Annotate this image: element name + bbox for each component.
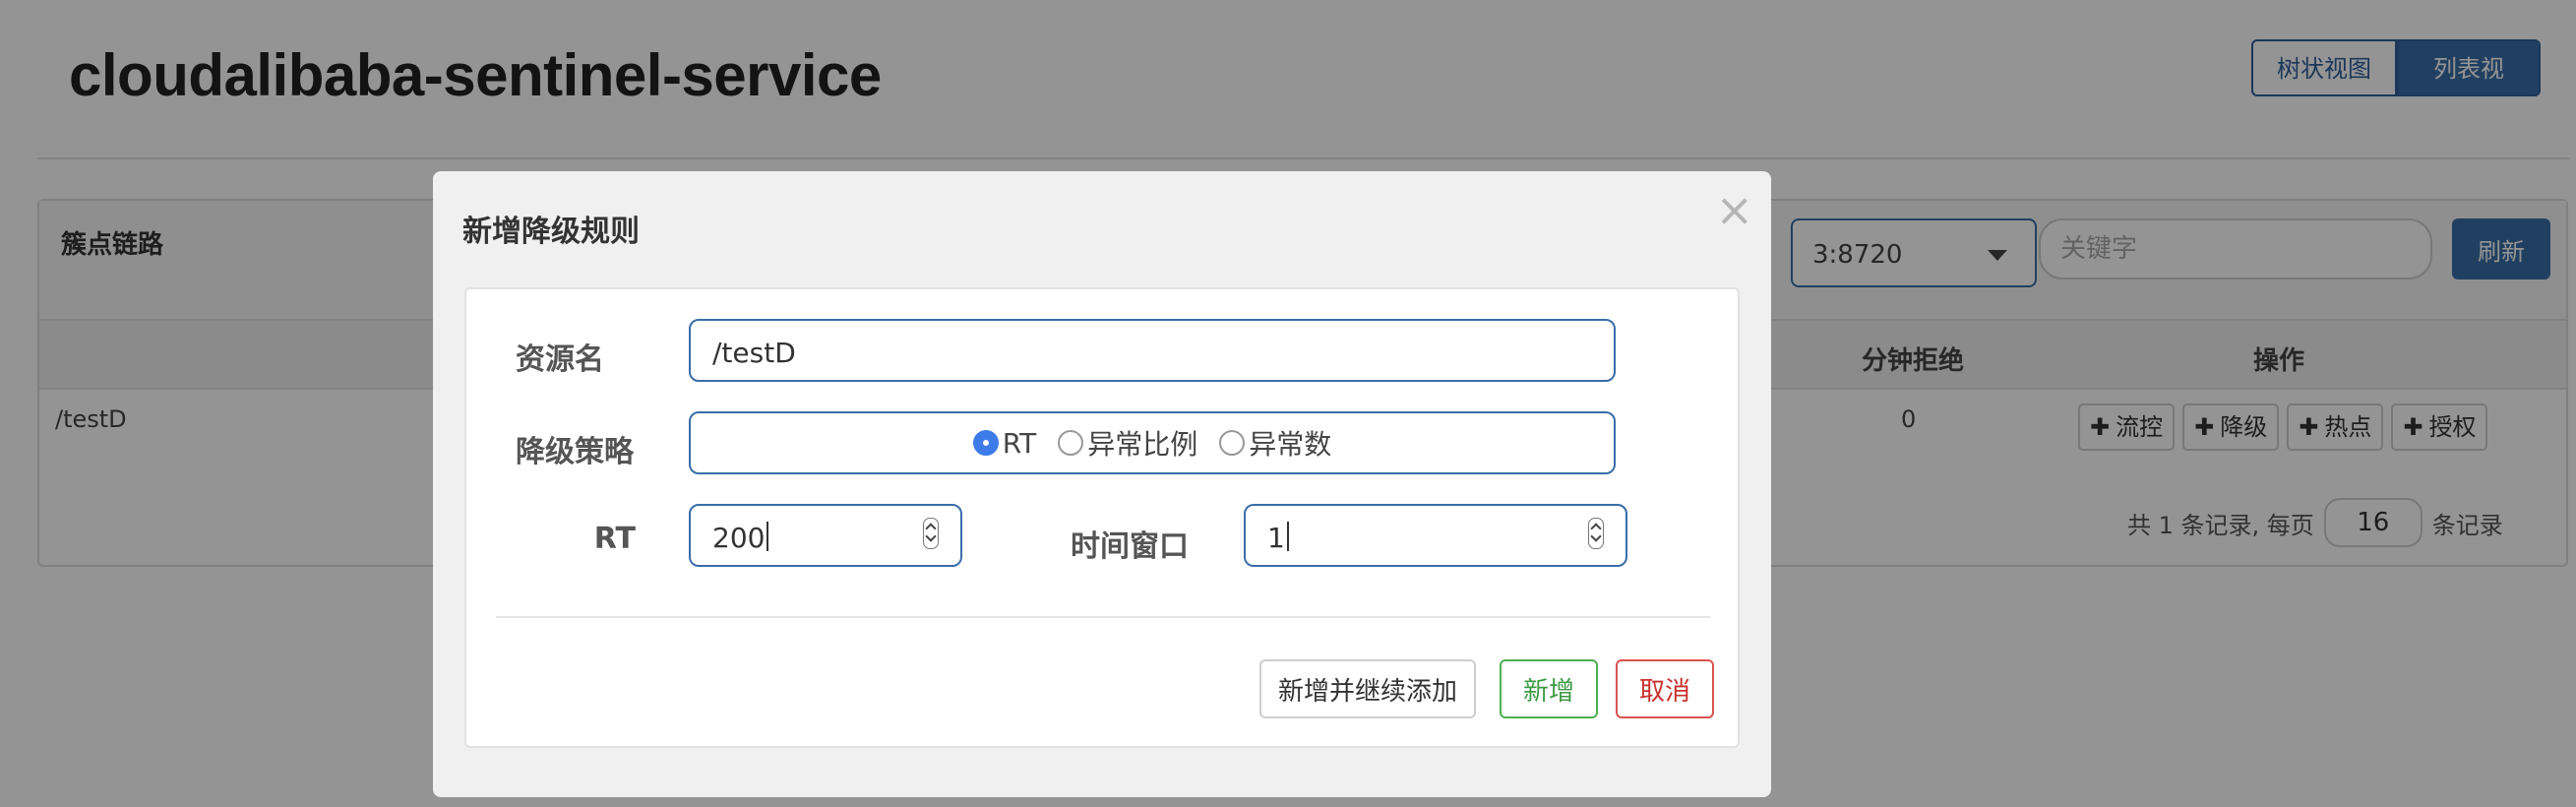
time-window-label: 时间窗口 [1071, 529, 1189, 564]
cancel-button[interactable]: 取消 [1616, 659, 1714, 718]
footer-divider [496, 616, 1710, 618]
degrade-strategy-group: RT 异常比例 异常数 [689, 411, 1616, 474]
radio-icon [1219, 430, 1246, 456]
time-window-input[interactable]: 1 [1244, 504, 1627, 567]
stepper-icon[interactable] [923, 518, 939, 549]
strategy-radio-1[interactable]: 异常比例 [1058, 423, 1197, 463]
dialog-body: 资源名 /testD 降级策略 RT 异常比例 异常数 RT 200 时间窗口 1 … [464, 287, 1740, 748]
strategy-radio-label: 异常数 [1249, 428, 1332, 461]
resource-name-input[interactable]: /testD [689, 319, 1616, 382]
close-icon[interactable]: × [1715, 187, 1753, 232]
strategy-radio-label: RT [1002, 426, 1037, 460]
time-window-value: 1 [1267, 522, 1289, 554]
radio-icon [1058, 430, 1084, 456]
strategy-radio-label: 异常比例 [1087, 428, 1198, 461]
rt-number-input[interactable]: 200 [689, 504, 962, 567]
add-degrade-rule-dialog: 新增降级规则 × 资源名 /testD 降级策略 RT 异常比例 异常数 RT 20… [433, 171, 1771, 797]
add-button[interactable]: 新增 [1500, 659, 1598, 718]
dialog-title: 新增降级规则 [462, 215, 640, 249]
strategy-radio-2[interactable]: 异常数 [1219, 423, 1331, 463]
degrade-strategy-label: 降级策略 [516, 435, 634, 469]
rt-label: RT [593, 522, 636, 556]
strategy-radio-group: RT 异常比例 异常数 [691, 413, 1614, 472]
rt-value: 200 [712, 522, 768, 554]
radio-icon [972, 430, 999, 456]
resource-name-label: 资源名 [516, 342, 604, 377]
add-and-continue-button[interactable]: 新增并继续添加 [1259, 659, 1476, 718]
stepper-icon[interactable] [1588, 518, 1604, 549]
strategy-radio-0[interactable]: RT [972, 426, 1037, 460]
resource-name-value: /testD [712, 337, 796, 369]
